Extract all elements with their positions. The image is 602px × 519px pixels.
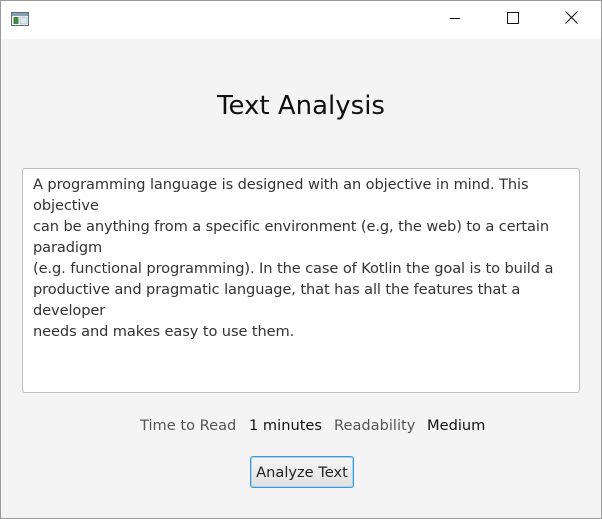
title-bar[interactable] bbox=[1, 1, 601, 39]
app-window: Text Analysis A programming language is … bbox=[0, 0, 602, 519]
time-to-read-value: 1 minutes bbox=[249, 417, 322, 434]
time-to-read-label: Time to Read bbox=[140, 417, 237, 434]
close-icon bbox=[564, 11, 578, 29]
readability-label: Readability bbox=[334, 417, 416, 434]
page-title: Text Analysis bbox=[217, 91, 385, 121]
stats-row: Time to Read 1 minutes Readability Mediu… bbox=[1, 415, 601, 437]
minimize-button[interactable] bbox=[426, 1, 484, 39]
analyze-text-button[interactable]: Analyze Text bbox=[250, 456, 354, 488]
text-input-content[interactable]: A programming language is designed with … bbox=[33, 174, 568, 342]
text-line: needs and makes easy to use them. bbox=[33, 323, 295, 340]
text-line: productive and pragmatic language, that … bbox=[33, 281, 521, 319]
maximize-button[interactable] bbox=[484, 1, 542, 39]
text-line: A programming language is designed with … bbox=[33, 176, 529, 214]
text-line: can be anything from a specific environm… bbox=[33, 218, 549, 256]
app-window-icon bbox=[11, 12, 29, 26]
minimize-icon bbox=[449, 11, 461, 29]
text-line: (e.g. functional programming). In the ca… bbox=[33, 260, 554, 277]
maximize-icon bbox=[507, 11, 519, 29]
readability-value: Medium bbox=[427, 417, 486, 434]
text-input-area[interactable]: A programming language is designed with … bbox=[22, 168, 580, 393]
close-button[interactable] bbox=[542, 1, 600, 39]
